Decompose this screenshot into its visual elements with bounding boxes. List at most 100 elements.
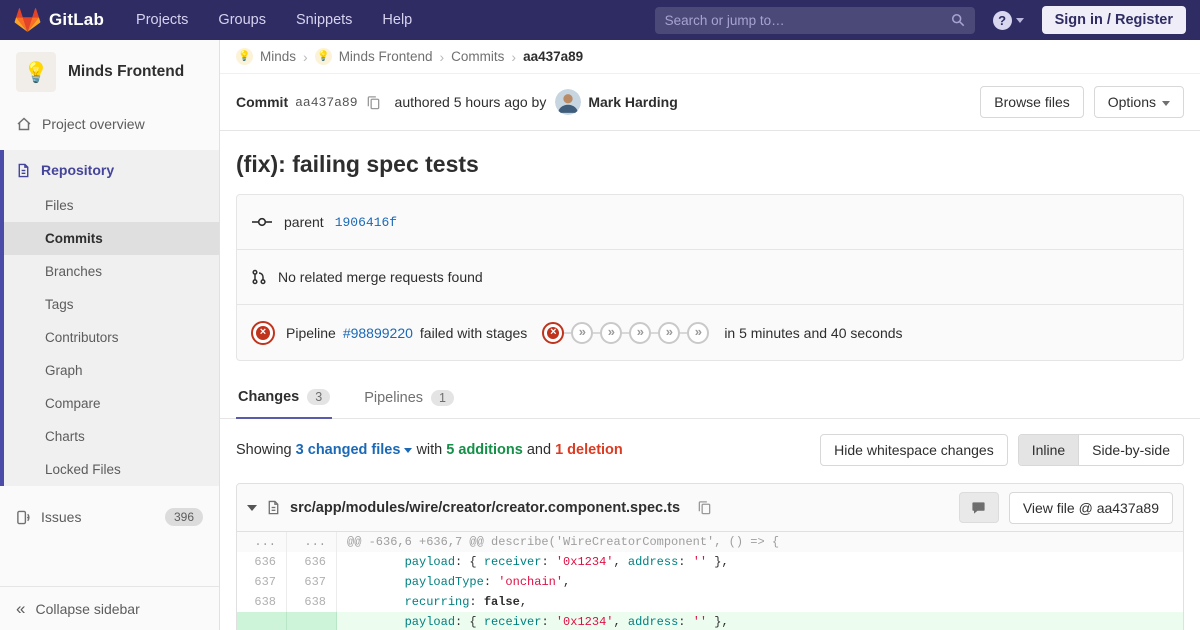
chevron-down-icon [1162, 100, 1170, 106]
diff-code-row[interactable]: 636 636 payload: { receiver: '0x1234', a… [237, 552, 1183, 572]
parent-sha-link[interactable]: 1906416f [335, 215, 397, 230]
chevron-down-icon [404, 447, 413, 453]
file-icon [268, 500, 279, 515]
top-navbar: GitLab Projects Groups Snippets Help Sea… [0, 0, 1200, 40]
copy-icon [367, 95, 379, 109]
sidebar-item-label: Project overview [42, 116, 145, 132]
collapse-label: Collapse sidebar [35, 600, 140, 617]
project-sidebar: 💡 Minds Frontend Project overview Reposi… [0, 40, 220, 630]
toggle-comments-button[interactable] [958, 492, 999, 523]
breadcrumb-separator: › [439, 48, 445, 65]
mr-status-text: No related merge requests found [278, 269, 483, 285]
additions-count: 5 additions [446, 442, 523, 458]
sidebar-item-commits[interactable]: Commits [4, 222, 219, 255]
help-menu[interactable]: ? [992, 10, 1024, 30]
breadcrumb-project[interactable]: Minds Frontend [339, 49, 433, 64]
copy-icon [698, 501, 711, 515]
stage-skipped-icon[interactable] [629, 321, 652, 344]
stage-connector [680, 331, 688, 334]
search-input[interactable]: Search or jump to… [654, 6, 975, 34]
diff-view-toggle: Inline Side-by-side [1017, 434, 1184, 466]
copy-sha-button[interactable] [364, 93, 383, 112]
breadcrumb-current-sha: aa437a89 [523, 49, 584, 64]
browse-files-button[interactable]: Browse files [980, 86, 1084, 118]
sidebar-item-files[interactable]: Files [4, 189, 219, 222]
code-line: payload: { receiver: '0x1234', address: … [404, 555, 729, 569]
breadcrumb-separator: › [303, 48, 308, 65]
sidebar-item-compare[interactable]: Compare [4, 387, 219, 420]
commit-label: Commit [236, 94, 289, 110]
nav-link-help[interactable]: Help [382, 12, 412, 28]
nav-link-projects[interactable]: Projects [136, 12, 188, 28]
nav-link-snippets[interactable]: Snippets [296, 12, 352, 28]
copy-file-path-button[interactable] [695, 498, 714, 517]
author-name[interactable]: Mark Harding [588, 94, 677, 110]
avatar-image [555, 89, 582, 115]
project-avatar: 💡 [16, 52, 56, 92]
code-line: payload: { receiver: '0x1234', address: … [337, 612, 1183, 630]
authored-text: authored 5 hours ago by [394, 94, 547, 110]
sidebar-item-charts[interactable]: Charts [4, 420, 219, 453]
pipeline-id-link[interactable]: #98899220 [343, 325, 413, 341]
sidebar-item-issues[interactable]: Issues 396 [0, 498, 219, 536]
options-dropdown-button[interactable]: Options [1093, 86, 1184, 118]
new-line-number: ... [287, 532, 337, 552]
diff-file-box: src/app/modules/wire/creator/creator.com… [236, 483, 1184, 630]
diff-file-header: src/app/modules/wire/creator/creator.com… [237, 484, 1183, 532]
collapse-sidebar-button[interactable]: « Collapse sidebar [0, 586, 219, 630]
diff-summary-bar: Showing 3 changed files with 5 additions… [220, 419, 1200, 481]
stage-connector [622, 331, 630, 334]
and-text: and [526, 442, 552, 458]
breadcrumb-separator: › [511, 48, 517, 65]
stage-skipped-icon[interactable] [571, 321, 594, 344]
stage-skipped-icon[interactable] [600, 321, 623, 344]
sidebar-item-locked-files[interactable]: Locked Files [4, 453, 219, 486]
sidebar-item-contributors[interactable]: Contributors [4, 321, 219, 354]
brand-title[interactable]: GitLab [49, 10, 104, 30]
sidebar-item-project-overview[interactable]: Project overview [0, 106, 219, 142]
parent-row: parent 1906416f [237, 195, 1183, 250]
stage-skipped-icon[interactable] [687, 321, 710, 344]
parent-label: parent [284, 214, 324, 230]
sidebar-item-tags[interactable]: Tags [4, 288, 219, 321]
project-name: Minds Frontend [68, 63, 185, 80]
pipeline-failed-icon[interactable] [251, 320, 275, 345]
side-by-side-view-button[interactable]: Side-by-side [1078, 435, 1183, 465]
sign-in-register-button[interactable]: Sign in / Register [1041, 6, 1186, 34]
sidebar-item-repository[interactable]: Repository [4, 150, 219, 189]
deletions-count: 1 deletion [555, 442, 623, 458]
hide-whitespace-button[interactable]: Hide whitespace changes [820, 434, 1008, 466]
view-file-button[interactable]: View file @ aa437a89 [1008, 491, 1173, 524]
sidebar-project-header[interactable]: 💡 Minds Frontend [0, 40, 219, 106]
inline-view-button[interactable]: Inline [1018, 435, 1079, 465]
diff-hunk-row: ... ... @@ -636,6 +636,7 @@ describe('Wi… [237, 532, 1183, 552]
stage-failed-icon[interactable] [542, 321, 565, 344]
diff-file-path[interactable]: src/app/modules/wire/creator/creator.com… [290, 500, 680, 516]
stage-skipped-icon[interactable] [658, 321, 681, 344]
sidebar-item-branches[interactable]: Branches [4, 255, 219, 288]
gitlab-tanuki-icon[interactable] [14, 7, 41, 33]
stage-connector [564, 331, 572, 334]
collapse-diff-icon[interactable] [247, 504, 257, 511]
code-line: recurring: false, [404, 595, 528, 609]
sidebar-item-label: Issues [41, 509, 82, 525]
commit-info-box: parent 1906416f No related merge request… [236, 194, 1184, 361]
with-text: with [416, 442, 443, 458]
old-line-number: 636 [237, 552, 287, 572]
changed-files-dropdown[interactable]: 3 changed files [296, 442, 413, 458]
nav-links: Projects Groups Snippets Help [136, 12, 412, 28]
breadcrumb-group[interactable]: Minds [260, 49, 296, 64]
tab-changes[interactable]: Changes 3 [236, 375, 333, 419]
new-line-number: 636 [287, 552, 337, 572]
diff-added-row[interactable]: payload: { receiver: '0x1234', address: … [237, 612, 1183, 630]
diff-code-row[interactable]: 638 638 recurring: false, [237, 592, 1183, 612]
diff-code-row[interactable]: 637 637 payloadType: 'onchain', [237, 572, 1183, 592]
pipeline-status-text: failed with stages [419, 324, 528, 341]
search-icon [951, 13, 964, 27]
breadcrumb-commits[interactable]: Commits [451, 49, 504, 64]
tab-pipelines[interactable]: Pipelines 1 [362, 375, 456, 418]
author-avatar[interactable] [555, 89, 582, 115]
sidebar-item-graph[interactable]: Graph [4, 354, 219, 387]
nav-link-groups[interactable]: Groups [218, 12, 266, 28]
pipeline-label: Pipeline [286, 324, 336, 341]
